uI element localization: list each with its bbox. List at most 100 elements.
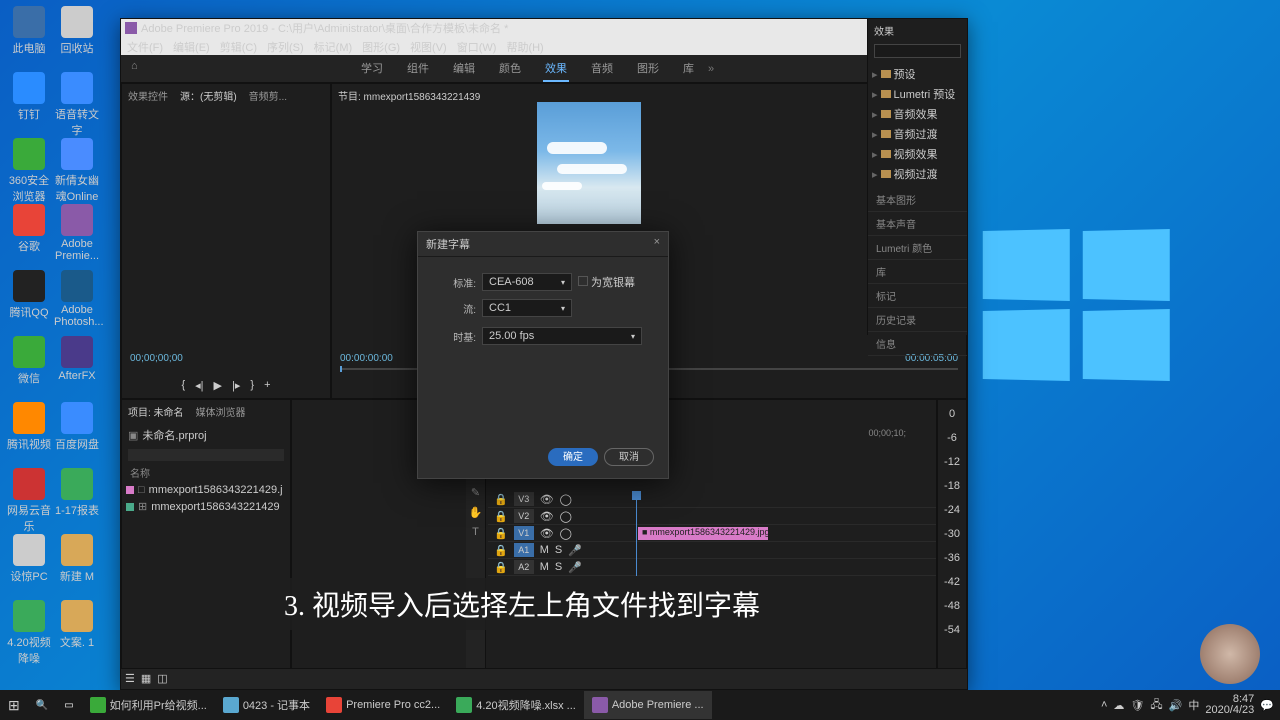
stream-dropdown[interactable]: CC1▾ <box>482 299 572 317</box>
pen-tool-icon[interactable]: ✎ <box>469 486 483 500</box>
panel-section[interactable]: 标记 <box>868 284 967 308</box>
workspace-overflow-icon[interactable]: » <box>708 63 714 75</box>
effects-folder[interactable]: ▸视频过渡 <box>872 164 963 184</box>
effects-folder[interactable]: ▸Lumetri 预设 <box>872 84 963 104</box>
menu-item[interactable]: 序列(S) <box>265 37 306 55</box>
effects-folder[interactable]: ▸音频过渡 <box>872 124 963 144</box>
panel-section[interactable]: 基本图形 <box>868 188 967 212</box>
desktop-icon[interactable]: 钉钉 <box>6 72 52 122</box>
effects-folder[interactable]: ▸视频效果 <box>872 144 963 164</box>
menu-item[interactable]: 剪辑(C) <box>218 37 259 55</box>
desktop-icon[interactable]: 4.20视频降噪 <box>6 600 52 666</box>
add-marker-icon[interactable]: + <box>264 379 270 392</box>
project-tab[interactable]: 项目: 未命名 <box>122 400 190 423</box>
tray-safe-icon[interactable]: 🛡 <box>1130 699 1144 712</box>
taskbar-app[interactable]: Adobe Premiere ... <box>584 691 712 719</box>
desktop-icon[interactable]: 百度网盘 <box>54 402 100 452</box>
search-icon[interactable]: 🔍 <box>28 691 56 719</box>
widescreen-checkbox[interactable] <box>578 276 588 286</box>
menu-item[interactable]: 帮助(H) <box>504 37 545 55</box>
desktop-icon[interactable]: 新建 M <box>54 534 100 584</box>
dialog-close-icon[interactable]: × <box>654 236 660 252</box>
video-track[interactable]: 🔒V3👁◯ <box>488 491 936 508</box>
panel-section[interactable]: 库 <box>868 260 967 284</box>
effects-tab[interactable]: 效果 <box>868 19 900 42</box>
project-item[interactable]: ⊞mmexport1586343221429 <box>122 498 290 515</box>
column-header-name[interactable]: 名称 <box>122 463 290 482</box>
panel-section[interactable]: Lumetri 颜色 <box>868 236 967 260</box>
workspace-tab[interactable]: 学习 <box>359 56 385 82</box>
playhead[interactable] <box>636 491 637 576</box>
type-tool-icon[interactable]: T <box>469 526 483 540</box>
task-view-icon[interactable]: ▭ <box>56 691 81 719</box>
program-tab[interactable]: 节目: mmexport1586343221439 <box>332 84 486 107</box>
desktop-icon[interactable]: Adobe Premie... <box>54 204 100 262</box>
notification-icon[interactable]: 💬 <box>1260 699 1274 712</box>
audio-track[interactable]: 🔒A2MS🎤 <box>488 559 936 576</box>
desktop-icon[interactable]: AfterFX <box>54 336 100 382</box>
menu-item[interactable]: 图形(G) <box>360 37 402 55</box>
workspace-tab[interactable]: 图形 <box>635 56 661 82</box>
menu-item[interactable]: 标记(M) <box>312 37 355 55</box>
freeform-view-icon[interactable]: ◫ <box>157 672 167 685</box>
tray-cloud-icon[interactable]: ☁ <box>1113 699 1124 712</box>
tray-net-icon[interactable]: 🖧 <box>1150 696 1162 715</box>
taskbar-app[interactable]: 如何利用Pr给视频... <box>82 691 215 719</box>
source-tab-audio[interactable]: 音频剪... <box>243 84 293 107</box>
standard-dropdown[interactable]: CEA-608▾ <box>482 273 572 291</box>
desktop-icon[interactable]: 网易云音乐 <box>6 468 52 534</box>
step-forward-icon[interactable]: |▸ <box>232 379 240 392</box>
desktop-icon[interactable]: 语音转文字 <box>54 72 100 138</box>
panel-section[interactable]: 历史记录 <box>868 308 967 332</box>
workspace-tab[interactable]: 效果 <box>543 56 569 82</box>
tray-vol-icon[interactable]: 🔊 <box>1169 699 1183 712</box>
desktop-icon[interactable]: 谷歌 <box>6 204 52 254</box>
menu-item[interactable]: 视图(V) <box>408 37 449 55</box>
mark-out-icon[interactable]: } <box>250 379 254 392</box>
menu-item[interactable]: 编辑(E) <box>171 37 212 55</box>
source-tab-none[interactable]: 效果控件 <box>122 84 174 107</box>
media-browser-tab[interactable]: 媒体浏览器 <box>190 400 252 423</box>
icon-view-icon[interactable]: ▦ <box>141 672 151 685</box>
step-back-icon[interactable]: ◂| <box>195 379 203 392</box>
mark-in-icon[interactable]: { <box>181 379 185 392</box>
workspace-tab[interactable]: 库 <box>681 56 696 82</box>
timebase-dropdown[interactable]: 25.00 fps▾ <box>482 327 642 345</box>
effects-folder[interactable]: ▸音频效果 <box>872 104 963 124</box>
project-search[interactable] <box>128 449 284 461</box>
desktop-icon[interactable]: 腾讯视频 <box>6 402 52 452</box>
start-button[interactable]: ⊞ <box>0 691 28 719</box>
ok-button[interactable]: 确定 <box>548 448 598 466</box>
menu-item[interactable]: 窗口(W) <box>455 37 499 55</box>
cancel-button[interactable]: 取消 <box>604 448 654 466</box>
audio-track[interactable]: 🔒A1MS🎤 <box>488 542 936 559</box>
panel-section[interactable]: 信息 <box>868 332 967 356</box>
play-icon[interactable]: ▶ <box>214 379 222 392</box>
desktop-icon[interactable]: 1-17报表 <box>54 468 100 518</box>
title-bar[interactable]: Adobe Premiere Pro 2019 - C:\用户\Administ… <box>121 19 967 37</box>
list-view-icon[interactable]: ☰ <box>125 672 135 685</box>
effects-folder[interactable]: ▸预设 <box>872 64 963 84</box>
desktop-icon[interactable]: 新倩女幽魂Online <box>54 138 100 204</box>
timeline-clip[interactable]: ■ mmexport1586343221429.jpg <box>638 527 768 540</box>
taskbar-app[interactable]: 0423 - 记事本 <box>215 691 318 719</box>
tray-ime-icon[interactable]: 中 <box>1188 697 1199 713</box>
tray-up-icon[interactable]: ˄ <box>1101 699 1107 711</box>
panel-section[interactable]: 基本声音 <box>868 212 967 236</box>
video-track[interactable]: 🔒V2👁◯ <box>488 508 936 525</box>
taskbar-app[interactable]: Premiere Pro cc2... <box>318 691 448 719</box>
desktop-icon[interactable]: 微信 <box>6 336 52 386</box>
workspace-tab[interactable]: 音频 <box>589 56 615 82</box>
desktop-icon[interactable]: 回收站 <box>54 6 100 56</box>
desktop-icon[interactable]: 腾讯QQ <box>6 270 52 320</box>
assistant-avatar[interactable] <box>1200 624 1260 684</box>
workspace-tab[interactable]: 颜色 <box>497 56 523 82</box>
source-tab[interactable]: 源：(无剪辑) <box>174 84 243 107</box>
workspace-tab[interactable]: 组件 <box>405 56 431 82</box>
effects-search[interactable] <box>874 44 961 58</box>
workspace-tab[interactable]: 编辑 <box>451 56 477 82</box>
home-icon[interactable]: ⌂ <box>131 60 149 78</box>
desktop-icon[interactable]: Adobe Photosh... <box>54 270 100 328</box>
menu-item[interactable]: 文件(F) <box>125 37 165 55</box>
taskbar-app[interactable]: 4.20视频降噪.xlsx ... <box>448 691 584 719</box>
